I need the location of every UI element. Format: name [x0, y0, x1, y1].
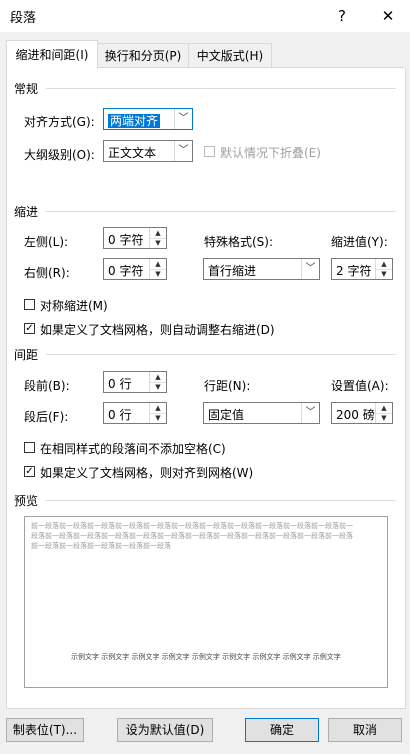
snap-to-grid-label: 如果定义了文档网格，则对齐到网格(W) — [40, 466, 254, 480]
spin-down-icon[interactable]: ▼ — [376, 269, 392, 279]
tab-asian-typography[interactable]: 中文版式(H) — [188, 43, 272, 68]
preview-box: 前一段落前一段落前一段落前一段落前一段落前一段落前一段落前一段落前一段落前一段落… — [24, 516, 388, 688]
no-space-same-style-label: 在相同样式的段落间不添加空格(C) — [40, 442, 226, 456]
close-button[interactable]: ✕ — [376, 4, 400, 28]
tab-line-page-breaks[interactable]: 换行和分页(P) — [96, 43, 190, 68]
special-indent-value: 首行缩进 — [208, 264, 257, 278]
spacing-at-label: 设置值(A): — [331, 379, 389, 393]
outline-level-select[interactable]: 正文文本 ﹀ — [103, 140, 193, 162]
indent-right-label: 右侧(R): — [24, 266, 70, 280]
alignment-label: 对齐方式(G): — [24, 115, 95, 129]
indent-left-value: 0 字符 — [108, 233, 144, 247]
dialog-title: 段落 — [10, 11, 37, 26]
section-divider — [46, 88, 396, 89]
chevron-down-icon: ﹀ — [301, 259, 319, 279]
indent-left-label: 左侧(L): — [24, 235, 69, 249]
set-as-default-button[interactable]: 设为默认值(D) — [117, 718, 213, 742]
preview-prev-paragraph-line: 前一段落前一段落前一段落前一段落前一段落 — [31, 542, 171, 550]
snap-to-grid-checkbox[interactable]: ✓ — [24, 466, 35, 477]
indent-left-spinner[interactable]: 0 字符 ▲ ▼ — [103, 227, 167, 249]
auto-adjust-right-indent-checkbox[interactable]: ✓ — [24, 323, 35, 334]
spin-down-icon[interactable]: ▼ — [150, 238, 166, 248]
chevron-down-icon: ﹀ — [174, 141, 192, 161]
collapse-label: 默认情况下折叠(E) — [220, 146, 321, 160]
outline-level-value: 正文文本 — [108, 146, 157, 160]
alignment-value: 两端对齐 — [108, 114, 161, 128]
indent-right-spinner[interactable]: 0 字符 ▲ ▼ — [103, 258, 167, 280]
tabs-button[interactable]: 制表位(T)... — [6, 718, 84, 742]
space-before-spinner[interactable]: 0 行 ▲ ▼ — [103, 371, 167, 393]
section-divider — [46, 211, 396, 212]
special-indent-select[interactable]: 首行缩进 ﹀ — [203, 258, 320, 280]
space-after-value: 0 行 — [108, 408, 132, 422]
outline-level-label: 大纲级别(O): — [24, 148, 95, 162]
spin-down-icon[interactable]: ▼ — [150, 413, 166, 423]
special-indent-label: 特殊格式(S): — [204, 235, 274, 249]
section-spacing-heading: 间距 — [14, 348, 39, 362]
preview-sample-text: 示例文字 示例文字 示例文字 示例文字 示例文字 示例文字 示例文字 示例文字 … — [71, 653, 341, 661]
space-after-label: 段后(F): — [24, 410, 69, 424]
spacing-at-value: 200 磅 — [336, 408, 375, 422]
section-general-heading: 常规 — [14, 82, 39, 96]
section-indent-heading: 缩进 — [14, 205, 39, 219]
space-after-spinner[interactable]: 0 行 ▲ ▼ — [103, 402, 167, 424]
collapse-checkbox[interactable] — [204, 146, 215, 157]
spin-down-icon[interactable]: ▼ — [150, 382, 166, 392]
title-bar: 段落 ? ✕ — [0, 0, 410, 32]
chevron-down-icon: ﹀ — [301, 403, 319, 423]
help-button[interactable]: ? — [330, 4, 354, 28]
ok-button[interactable]: 确定 — [245, 718, 319, 742]
no-space-same-style-checkbox[interactable] — [24, 442, 35, 453]
cancel-button[interactable]: 取消 — [328, 718, 402, 742]
alignment-select[interactable]: 两端对齐 ﹀ — [103, 108, 193, 130]
preview-prev-paragraph-line: 段落前一段落前一段落前一段落前一段落前一段落前一段落前一段落前一段落前一段落前一… — [31, 532, 353, 540]
line-spacing-select[interactable]: 固定值 ﹀ — [203, 402, 320, 424]
indent-right-value: 0 字符 — [108, 264, 144, 278]
mirror-indents-label: 对称缩进(M) — [40, 299, 108, 313]
chevron-down-icon: ﹀ — [174, 109, 192, 129]
preview-prev-paragraph-line: 前一段落前一段落前一段落前一段落前一段落前一段落前一段落前一段落前一段落前一段落… — [31, 522, 353, 530]
spin-down-icon[interactable]: ▼ — [376, 413, 392, 423]
spin-down-icon[interactable]: ▼ — [150, 269, 166, 279]
spacing-at-spinner[interactable]: 200 磅 ▲ ▼ — [331, 402, 393, 424]
space-before-label: 段前(B): — [24, 379, 70, 393]
auto-adjust-right-indent-label: 如果定义了文档网格，则自动调整右缩进(D) — [40, 323, 275, 337]
indent-by-spinner[interactable]: 2 字符 ▲ ▼ — [331, 258, 393, 280]
space-before-value: 0 行 — [108, 377, 132, 391]
indent-by-value: 2 字符 — [336, 264, 372, 278]
section-divider — [46, 354, 396, 355]
tab-indents-spacing[interactable]: 缩进和间距(I) — [6, 40, 98, 69]
line-spacing-value: 固定值 — [208, 408, 245, 422]
section-divider — [46, 500, 396, 501]
line-spacing-label: 行距(N): — [204, 379, 251, 393]
mirror-indents-checkbox[interactable] — [24, 299, 35, 310]
section-preview-heading: 预览 — [14, 494, 39, 508]
indent-by-label: 缩进值(Y): — [331, 235, 388, 249]
